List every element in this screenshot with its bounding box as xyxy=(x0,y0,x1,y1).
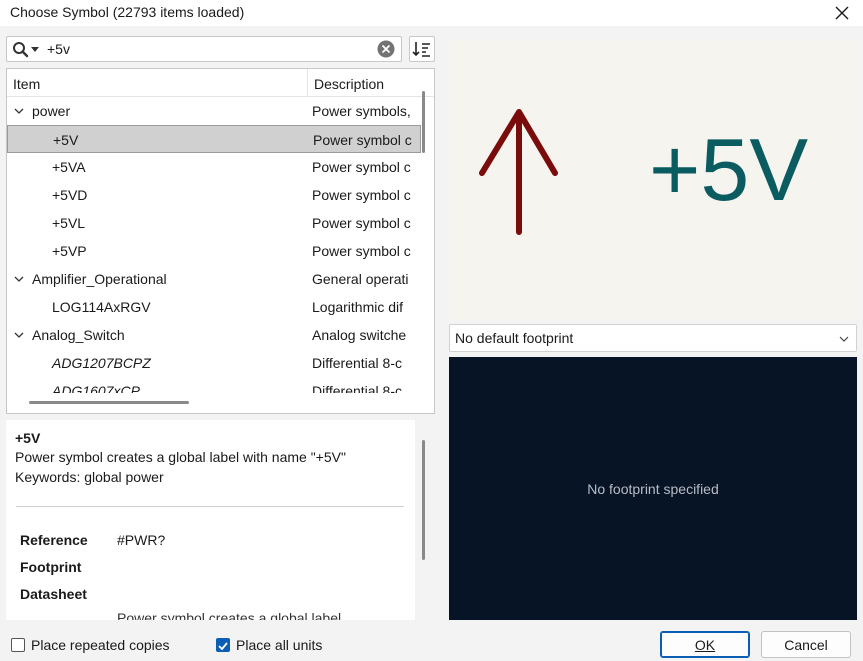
chevron-down-icon[interactable] xyxy=(13,273,25,285)
tree-symbol-row[interactable]: +5VA Power symbol c xyxy=(7,153,421,181)
search-input[interactable] xyxy=(47,40,367,58)
chevron-down-icon xyxy=(839,336,849,342)
symbol-tree[interactable]: Item Description power Power symbols, +5V P… xyxy=(6,68,435,414)
tree-symbol-row[interactable]: +5V Power symbol c xyxy=(7,125,421,153)
tree-item-description: Differential 8-c xyxy=(312,383,403,393)
tree-library-row[interactable]: Analog_Switch Analog switche xyxy=(7,321,421,349)
tree-item-name: +5VP xyxy=(52,243,87,259)
symbol-info-panel: +5V Power symbol creates a global label … xyxy=(6,420,415,620)
tree-item-name: Amplifier_Operational xyxy=(32,271,167,287)
tree-item-name: +5VA xyxy=(52,159,86,175)
tree-item-name: ADG1207BCPZ xyxy=(52,355,151,371)
repeat-copies-checkbox[interactable] xyxy=(11,638,25,652)
tree-item-description: Power symbol c xyxy=(312,187,411,203)
repeat-copies-option[interactable]: Place repeated copies xyxy=(11,635,170,655)
tree-library-row[interactable]: power Power symbols, xyxy=(7,97,421,125)
footprint-empty-message: No footprint specified xyxy=(587,481,719,497)
tree-item-description: Power symbol c xyxy=(312,215,411,231)
tree-item-name: +5V xyxy=(53,132,79,148)
tree-item-name: ADG1607xCP xyxy=(52,383,140,393)
info-keywords: Keywords: global power xyxy=(15,469,164,485)
symbol-value-label: +5V xyxy=(649,120,808,219)
tree-item-description: Logarithmic dif xyxy=(312,299,404,315)
tree-rows: power Power symbols, +5V Power symbol c +5VA… xyxy=(7,97,421,393)
field-label-reference: Reference xyxy=(20,532,88,548)
tree-symbol-row[interactable]: +5VL Power symbol c xyxy=(7,209,421,237)
tree-item-name: +5VD xyxy=(52,187,88,203)
footprint-select-value: No default footprint xyxy=(455,330,574,346)
symbol-preview: +5V xyxy=(449,40,857,320)
tree-item-description: Power symbol c xyxy=(312,159,411,175)
info-symbol-name: +5V xyxy=(15,430,41,446)
tree-symbol-row[interactable]: LOG114AxRGV Logarithmic dif xyxy=(7,293,421,321)
all-units-option[interactable]: Place all units xyxy=(216,635,322,655)
cancel-button[interactable]: Cancel xyxy=(761,631,851,658)
close-button[interactable] xyxy=(831,2,853,24)
chevron-down-icon[interactable] xyxy=(13,329,25,341)
title-bar: Choose Symbol (22793 items loaded) xyxy=(0,0,863,26)
info-description: Power symbol creates a global label with… xyxy=(15,449,346,465)
column-header-description[interactable]: Description xyxy=(314,76,384,92)
info-scrollbar[interactable] xyxy=(422,440,425,560)
tree-library-row[interactable]: Amplifier_Operational General operati xyxy=(7,265,421,293)
tree-item-description: Analog switche xyxy=(312,327,407,343)
clear-icon[interactable] xyxy=(377,40,395,58)
tree-item-description: Power symbols, xyxy=(312,103,411,119)
footprint-preview: No footprint specified xyxy=(449,357,857,620)
all-units-checkbox[interactable] xyxy=(216,638,230,652)
all-units-label[interactable]: Place all units xyxy=(236,637,322,653)
field-label-datasheet: Datasheet xyxy=(20,586,87,602)
cancel-label: Cancel xyxy=(784,636,828,653)
field-label-footprint: Footprint xyxy=(20,559,82,575)
horizontal-scrollbar[interactable] xyxy=(29,401,189,404)
tree-item-name: +5VL xyxy=(52,215,86,231)
tree-symbol-row[interactable]: ADG1607xCP Differential 8-c xyxy=(7,377,421,393)
close-icon xyxy=(835,6,849,20)
sort-button[interactable] xyxy=(409,36,435,62)
tree-item-description: General operati xyxy=(312,271,409,287)
tree-item-description: Power symbol c xyxy=(313,132,412,148)
tree-item-description: Differential 8-c xyxy=(312,355,403,371)
tree-header: Item Description xyxy=(7,69,434,97)
tree-item-description: Power symbol c xyxy=(312,243,411,259)
column-header-item[interactable]: Item xyxy=(13,76,40,92)
symbol-canvas: +5V xyxy=(479,109,808,235)
repeat-copies-label[interactable]: Place repeated copies xyxy=(31,637,170,653)
tree-item-name: LOG114AxRGV xyxy=(52,299,151,315)
vertical-scrollbar[interactable] xyxy=(422,91,425,153)
tree-item-name: Analog_Switch xyxy=(32,327,125,343)
tree-item-name: power xyxy=(32,103,71,119)
info-description-field: Power symbol creates a global label xyxy=(117,610,342,620)
footprint-select[interactable]: No default footprint xyxy=(449,324,857,352)
search-icon[interactable] xyxy=(12,41,42,59)
chevron-down-icon[interactable] xyxy=(13,105,25,117)
window-title: Choose Symbol (22793 items loaded) xyxy=(10,4,245,20)
info-divider xyxy=(16,506,404,507)
tree-symbol-row[interactable]: +5VD Power symbol c xyxy=(7,181,421,209)
field-value-reference: #PWR? xyxy=(117,532,166,548)
power-arrow-symbol xyxy=(479,109,558,235)
tree-symbol-row[interactable]: ADG1207BCPZ Differential 8-c xyxy=(7,349,421,377)
checkmark-icon xyxy=(218,642,228,651)
ok-button[interactable]: OK xyxy=(660,631,750,658)
search-box[interactable] xyxy=(6,36,402,62)
tree-symbol-row[interactable]: +5VP Power symbol c xyxy=(7,237,421,265)
ok-label: OK xyxy=(694,636,716,653)
sort-icon xyxy=(412,42,430,57)
column-divider[interactable] xyxy=(307,69,308,97)
